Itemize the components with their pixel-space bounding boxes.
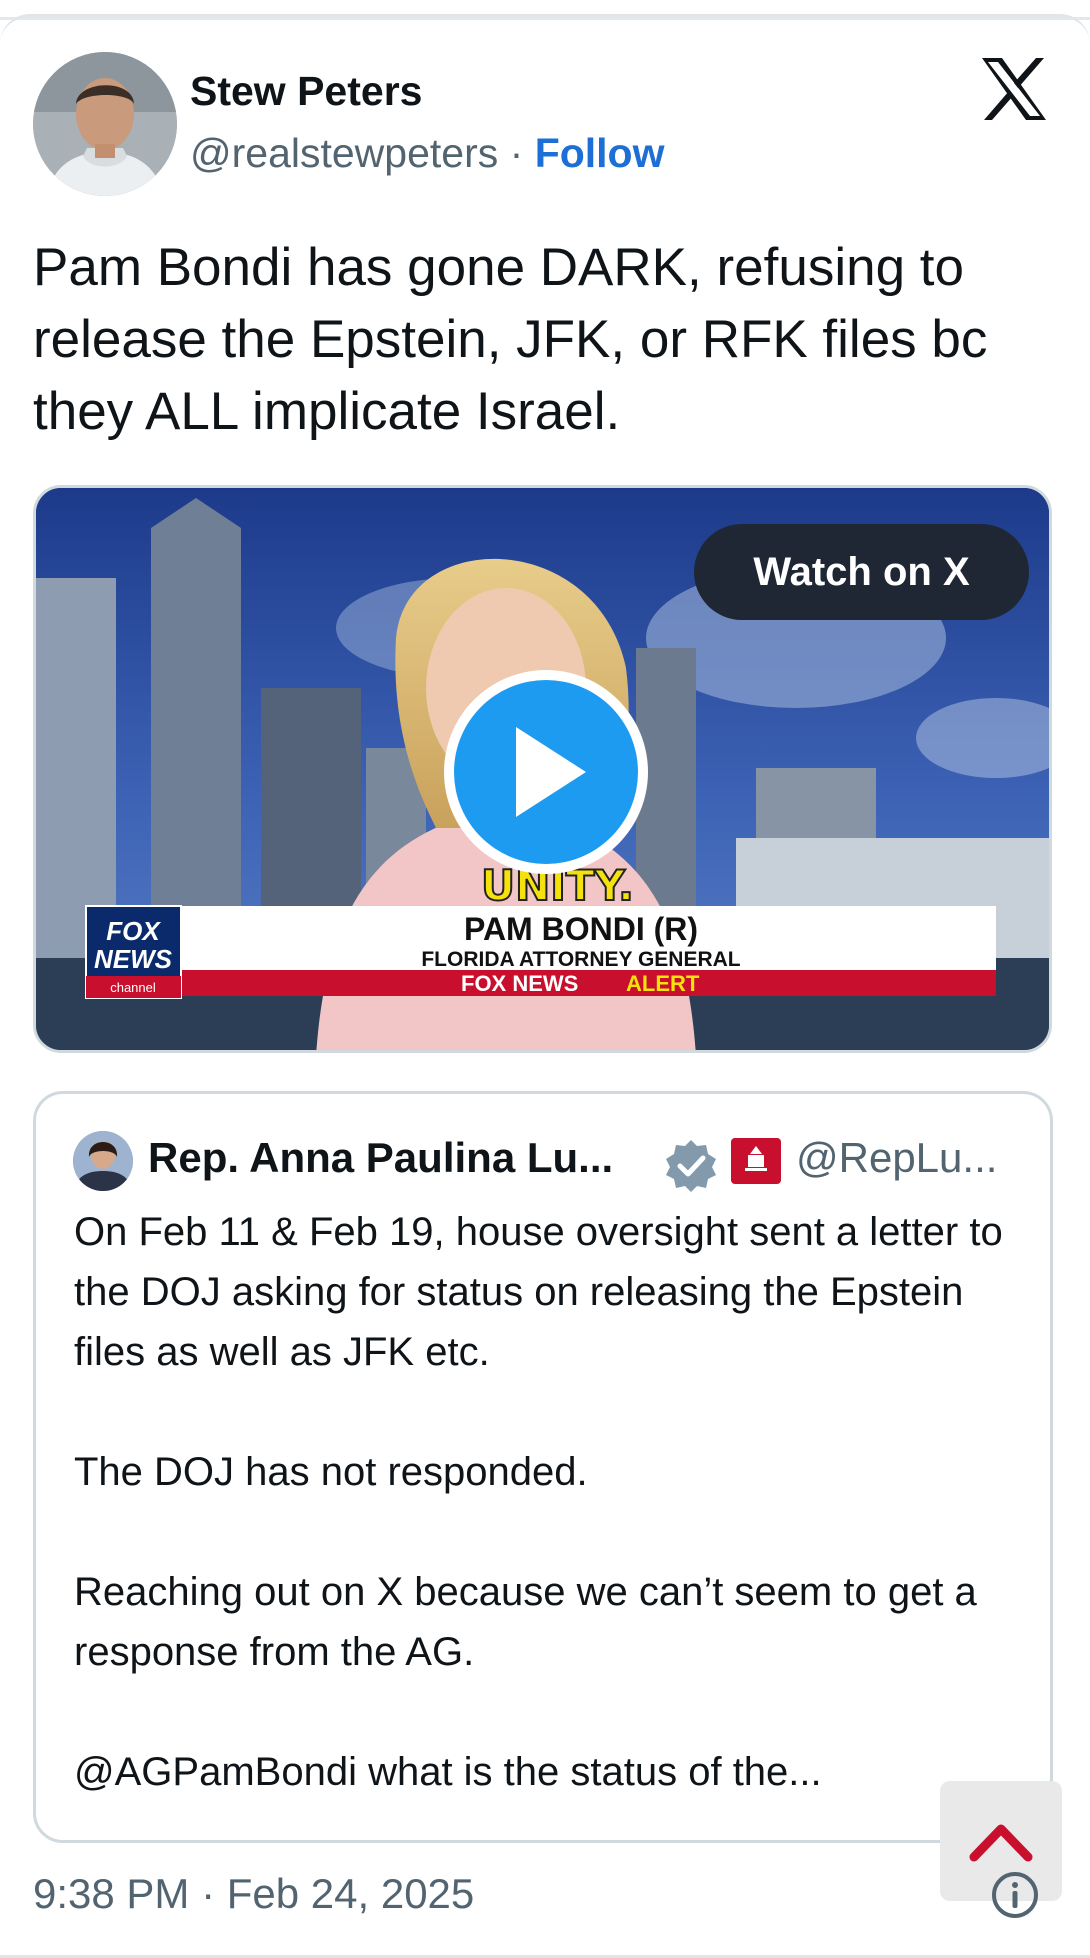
author-name[interactable]: Stew Peters: [190, 68, 422, 115]
quoted-paragraph: The DOJ has not responded.: [74, 1450, 588, 1494]
avatar-photo: [33, 52, 177, 196]
author-handle[interactable]: @realstewpeters: [190, 130, 498, 176]
logo-news-text: NEWS: [94, 944, 173, 974]
quoted-avatar-photo: [73, 1131, 133, 1191]
quoted-author-handle[interactable]: @RepLu...: [796, 1134, 997, 1182]
verified-badge-icon: [666, 1140, 716, 1192]
chyron-name-text: PAM BONDI (R): [464, 911, 698, 947]
chevron-up-icon: [969, 1824, 1033, 1862]
author-avatar[interactable]: [33, 52, 177, 196]
chyron-title-text: FLORIDA ATTORNEY GENERAL: [421, 948, 740, 971]
quoted-tweet-text: On Feb 11 & Feb 19, house oversight sent…: [74, 1202, 1034, 1802]
quoted-paragraph: On Feb 11 & Feb 19, house oversight sent…: [74, 1210, 1003, 1374]
alert-prefix-text: FOX NEWS: [461, 971, 578, 996]
quoted-tweet[interactable]: Rep. Anna Paulina Lu... @RepLu... On Feb…: [33, 1091, 1053, 1843]
handle-separator: ·: [498, 130, 535, 176]
quoted-author-name[interactable]: Rep. Anna Paulina Lu...: [148, 1134, 613, 1182]
play-button[interactable]: [444, 670, 648, 874]
house-affiliation-icon: [731, 1138, 781, 1184]
video-player[interactable]: UNITY. PAM BONDI (R) FLORIDA ATTORNEY GE…: [33, 485, 1052, 1053]
quoted-author-avatar[interactable]: [73, 1131, 133, 1191]
logo-fox-text: FOX: [106, 916, 161, 946]
quoted-paragraph: Reaching out on X because we can’t seem …: [74, 1570, 977, 1674]
author-handle-row: @realstewpeters · Follow: [190, 130, 665, 177]
info-icon[interactable]: [990, 1870, 1040, 1920]
quoted-paragraph: @AGPamBondi what is the status of the...: [74, 1750, 822, 1794]
alert-suffix-text: ALERT: [626, 971, 700, 996]
tweet-timestamp[interactable]: 9:38 PM · Feb 24, 2025: [33, 1870, 474, 1918]
x-logo-icon[interactable]: [980, 58, 1048, 120]
play-icon: [516, 727, 586, 817]
follow-button[interactable]: Follow: [535, 130, 665, 176]
tweet-text: Pam Bondi has gone DARK, refusing to rel…: [33, 238, 988, 441]
watch-on-x-button[interactable]: Watch on X: [694, 524, 1029, 620]
play-button-circle: [454, 680, 638, 864]
logo-channel-text: channel: [110, 980, 156, 995]
